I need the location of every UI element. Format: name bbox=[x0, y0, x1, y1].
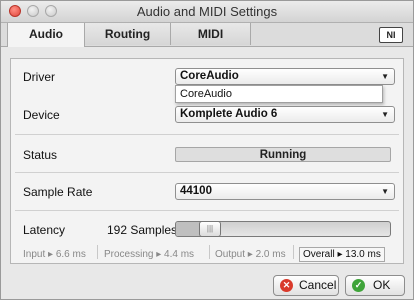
driver-label: Driver bbox=[23, 70, 55, 84]
ni-logo: NI bbox=[379, 27, 403, 43]
driver-dropdown[interactable]: CoreAudio ▼ bbox=[175, 68, 395, 85]
device-value: Komplete Audio 6 bbox=[180, 108, 278, 120]
sample-rate-dropdown[interactable]: 44100 ▼ bbox=[175, 183, 395, 200]
audio-settings-panel: Driver CoreAudio ▼ CoreAudio Device Komp… bbox=[10, 58, 404, 264]
tab-bar: Audio Routing MIDI NI bbox=[1, 23, 413, 47]
divider bbox=[97, 245, 98, 259]
ok-button-label: OK bbox=[373, 278, 391, 292]
input-latency: Input ▸ 6.6 ms bbox=[23, 249, 86, 260]
ok-icon: ✓ bbox=[352, 279, 365, 292]
latency-value: 192 Samples bbox=[107, 223, 178, 237]
sample-rate-label: Sample Rate bbox=[23, 185, 93, 199]
title-bar: Audio and MIDI Settings bbox=[1, 1, 413, 23]
cancel-icon: ✕ bbox=[280, 279, 293, 292]
chevron-down-icon: ▼ bbox=[381, 187, 389, 196]
overall-latency: Overall ▸ 13.0 ms bbox=[299, 247, 385, 262]
driver-value: CoreAudio bbox=[180, 70, 239, 82]
output-latency: Output ▸ 2.0 ms bbox=[215, 249, 286, 260]
latency-label: Latency bbox=[23, 223, 66, 237]
driver-option-coreaudio[interactable]: CoreAudio bbox=[180, 88, 232, 100]
cancel-button[interactable]: ✕ Cancel bbox=[273, 275, 339, 296]
chevron-down-icon: ▼ bbox=[381, 110, 389, 119]
device-label: Device bbox=[23, 108, 60, 122]
latency-slider-thumb[interactable]: ||| bbox=[199, 221, 221, 237]
tab-routing[interactable]: Routing bbox=[85, 23, 171, 45]
tab-midi[interactable]: MIDI bbox=[171, 23, 251, 45]
settings-window: Audio and MIDI Settings Audio Routing MI… bbox=[0, 0, 414, 300]
divider bbox=[209, 245, 210, 259]
divider bbox=[15, 172, 399, 173]
processing-latency: Processing ▸ 4.4 ms bbox=[104, 249, 195, 260]
chevron-down-icon: ▼ bbox=[381, 72, 389, 81]
sample-rate-value: 44100 bbox=[180, 185, 212, 197]
status-indicator: Running bbox=[175, 147, 391, 162]
driver-option-list: CoreAudio bbox=[175, 85, 383, 103]
cancel-button-label: Cancel bbox=[299, 278, 337, 292]
tab-audio[interactable]: Audio bbox=[7, 23, 85, 47]
latency-slider[interactable]: ||| bbox=[175, 221, 391, 237]
window-title: Audio and MIDI Settings bbox=[136, 4, 278, 19]
divider bbox=[15, 134, 399, 135]
divider bbox=[15, 210, 399, 211]
ok-button[interactable]: ✓ OK bbox=[345, 275, 405, 296]
device-dropdown[interactable]: Komplete Audio 6 ▼ bbox=[175, 106, 395, 123]
status-label: Status bbox=[23, 148, 58, 162]
divider bbox=[293, 245, 294, 259]
